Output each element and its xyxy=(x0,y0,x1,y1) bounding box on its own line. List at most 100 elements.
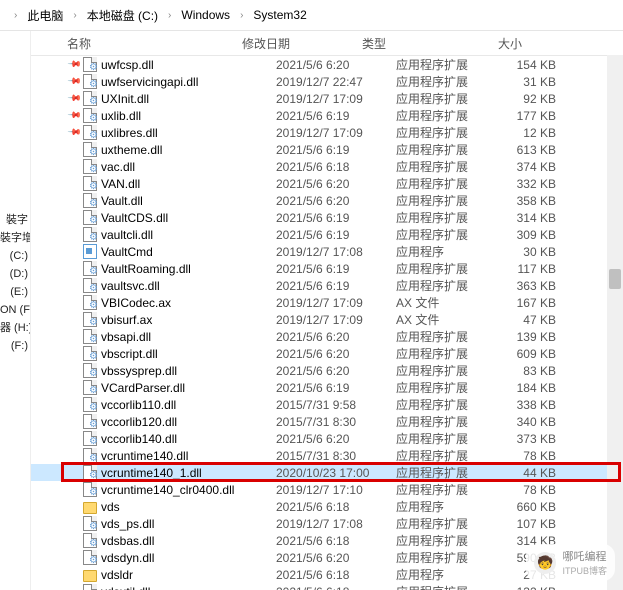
file-size: 184 KB xyxy=(486,381,566,395)
column-size[interactable]: 大小 xyxy=(452,35,532,52)
file-row[interactable]: VaultRoaming.dll2021/5/6 6:19应用程序扩展117 K… xyxy=(31,260,623,277)
file-row[interactable]: 📌uwfcsp.dll2021/5/6 6:20应用程序扩展154 KB xyxy=(31,56,623,73)
breadcrumb-item[interactable]: 此电脑 xyxy=(23,5,67,26)
sidebar-item[interactable]: 裝字增加榜 xyxy=(0,229,30,247)
file-row[interactable]: vac.dll2021/5/6 6:18应用程序扩展374 KB xyxy=(31,158,623,175)
column-headers[interactable]: 名称 修改日期 类型 大小 xyxy=(31,31,623,56)
file-name: vaultsvc.dll xyxy=(67,279,276,293)
file-row[interactable]: 📌uxlib.dll2021/5/6 6:19应用程序扩展177 KB xyxy=(31,107,623,124)
file-row[interactable]: VBICodec.ax2019/12/7 17:09AX 文件167 KB xyxy=(31,294,623,311)
file-type: 应用程序扩展 xyxy=(396,430,486,447)
dll-icon xyxy=(83,466,97,480)
file-row[interactable]: uxtheme.dll2021/5/6 6:19应用程序扩展613 KB xyxy=(31,141,623,158)
sidebar-item[interactable]: (D:) xyxy=(0,265,30,283)
breadcrumb-item[interactable]: Windows xyxy=(177,6,234,24)
file-row[interactable]: vcruntime140.dll2015/7/31 8:30应用程序扩展78 K… xyxy=(31,447,623,464)
dll-icon xyxy=(83,330,97,344)
file-type: 应用程序扩展 xyxy=(396,175,486,192)
sidebar-item[interactable]: (F:) xyxy=(0,337,30,355)
file-name: VaultCDS.dll xyxy=(67,211,276,225)
file-row[interactable]: 📌uwfservicingapi.dll2019/12/7 22:47应用程序扩… xyxy=(31,73,623,90)
file-size: 78 KB xyxy=(486,449,566,463)
file-date: 2015/7/31 8:30 xyxy=(276,415,396,429)
dll-icon xyxy=(83,313,97,327)
dll-icon xyxy=(83,415,97,429)
file-row[interactable]: vbisurf.ax2019/12/7 17:09AX 文件47 KB xyxy=(31,311,623,328)
file-type: 应用程序扩展 xyxy=(396,396,486,413)
file-name: Vault.dll xyxy=(67,194,276,208)
column-date[interactable]: 修改日期 xyxy=(242,35,362,52)
file-row[interactable]: vbsapi.dll2021/5/6 6:20应用程序扩展139 KB xyxy=(31,328,623,345)
dll-icon xyxy=(83,126,97,140)
file-row[interactable]: VaultCDS.dll2021/5/6 6:19应用程序扩展314 KB xyxy=(31,209,623,226)
file-name: vccorlib120.dll xyxy=(67,415,276,429)
file-row[interactable]: VCardParser.dll2021/5/6 6:19应用程序扩展184 KB xyxy=(31,379,623,396)
file-name: uxtheme.dll xyxy=(67,143,276,157)
file-size: 47 KB xyxy=(486,313,566,327)
file-row[interactable]: vds2021/5/6 6:18应用程序660 KB xyxy=(31,498,623,515)
file-type: 应用程序扩展 xyxy=(396,413,486,430)
file-name: vac.dll xyxy=(67,160,276,174)
file-row[interactable]: vaultcli.dll2021/5/6 6:19应用程序扩展309 KB xyxy=(31,226,623,243)
file-list[interactable]: 📌uwfcsp.dll2021/5/6 6:20应用程序扩展154 KB📌uwf… xyxy=(31,56,623,590)
sidebar-item[interactable]: (E:) xyxy=(0,283,30,301)
dll-icon xyxy=(83,279,97,293)
file-size: 309 KB xyxy=(486,228,566,242)
breadcrumb[interactable]: › 此电脑 › 本地磁盘 (C:) › Windows › System32 xyxy=(0,0,623,31)
dll-icon xyxy=(83,177,97,191)
dll-icon xyxy=(83,296,97,310)
file-name: vdsdyn.dll xyxy=(67,551,276,565)
file-size: 78 KB xyxy=(486,483,566,497)
file-type: 应用程序扩展 xyxy=(396,549,486,566)
column-type[interactable]: 类型 xyxy=(362,35,452,52)
file-type: AX 文件 xyxy=(396,294,486,311)
file-row[interactable]: vccorlib110.dll2015/7/31 9:58应用程序扩展338 K… xyxy=(31,396,623,413)
file-row[interactable]: vccorlib120.dll2015/7/31 8:30应用程序扩展340 K… xyxy=(31,413,623,430)
file-row[interactable]: 📌UXInit.dll2019/12/7 17:09应用程序扩展92 KB xyxy=(31,90,623,107)
sidebar-item[interactable]: (C:) xyxy=(0,247,30,265)
file-type: 应用程序扩展 xyxy=(396,277,486,294)
file-size: 340 KB xyxy=(486,415,566,429)
breadcrumb-item[interactable]: System32 xyxy=(249,6,310,24)
file-type: 应用程序扩展 xyxy=(396,124,486,141)
scroll-thumb[interactable] xyxy=(609,269,621,289)
file-date: 2021/5/6 6:19 xyxy=(276,143,396,157)
vertical-scrollbar[interactable] xyxy=(607,55,623,590)
file-date: 2019/12/7 17:09 xyxy=(276,313,396,327)
nav-sidebar[interactable]: 裝字裝字增加榜(C:)(D:)(E:)ON (F:)器 (H:) C(F:) xyxy=(0,31,31,590)
file-name: vbscript.dll xyxy=(67,347,276,361)
folder-icon xyxy=(83,568,97,582)
breadcrumb-item[interactable]: 本地磁盘 (C:) xyxy=(83,5,162,26)
file-date: 2021/5/6 6:20 xyxy=(276,347,396,361)
watermark: 🧒 哪吒编程 ITPUB博客 xyxy=(526,544,615,581)
file-type: 应用程序扩展 xyxy=(396,481,486,498)
sidebar-item[interactable]: ON (F:) xyxy=(0,301,30,319)
file-size: 44 KB xyxy=(486,466,566,480)
file-type: 应用程序扩展 xyxy=(396,362,486,379)
file-date: 2021/5/6 6:19 xyxy=(276,381,396,395)
file-row[interactable]: vaultsvc.dll2021/5/6 6:19应用程序扩展363 KB xyxy=(31,277,623,294)
file-row[interactable]: vcruntime140_clr0400.dll2019/12/7 17:10应… xyxy=(31,481,623,498)
file-size: 660 KB xyxy=(486,500,566,514)
dll-icon xyxy=(83,551,97,565)
file-row[interactable]: 📌uxlibres.dll2019/12/7 17:09应用程序扩展12 KB xyxy=(31,124,623,141)
file-date: 2020/10/23 17:00 xyxy=(276,466,396,480)
file-row[interactable]: VaultCmd2019/12/7 17:08应用程序30 KB xyxy=(31,243,623,260)
dll-icon xyxy=(83,381,97,395)
file-date: 2021/5/6 6:20 xyxy=(276,432,396,446)
file-name: VCardParser.dll xyxy=(67,381,276,395)
sidebar-item[interactable]: 器 (H:) C xyxy=(0,319,30,337)
file-row[interactable]: Vault.dll2021/5/6 6:20应用程序扩展358 KB xyxy=(31,192,623,209)
file-name: VaultRoaming.dll xyxy=(67,262,276,276)
file-row[interactable]: vcruntime140_1.dll2020/10/23 17:00应用程序扩展… xyxy=(31,464,623,481)
file-row[interactable]: VAN.dll2021/5/6 6:20应用程序扩展332 KB xyxy=(31,175,623,192)
sidebar-item[interactable]: 裝字 xyxy=(0,211,30,229)
file-row[interactable]: vccorlib140.dll2021/5/6 6:20应用程序扩展373 KB xyxy=(31,430,623,447)
file-row[interactable]: vbscript.dll2021/5/6 6:20应用程序扩展609 KB xyxy=(31,345,623,362)
file-date: 2019/12/7 17:08 xyxy=(276,245,396,259)
column-name[interactable]: 名称 xyxy=(67,35,242,52)
file-row[interactable]: vbssysprep.dll2021/5/6 6:20应用程序扩展83 KB xyxy=(31,362,623,379)
file-date: 2019/12/7 17:09 xyxy=(276,126,396,140)
file-row[interactable]: vds_ps.dll2019/12/7 17:08应用程序扩展107 KB xyxy=(31,515,623,532)
file-type: 应用程序扩展 xyxy=(396,345,486,362)
